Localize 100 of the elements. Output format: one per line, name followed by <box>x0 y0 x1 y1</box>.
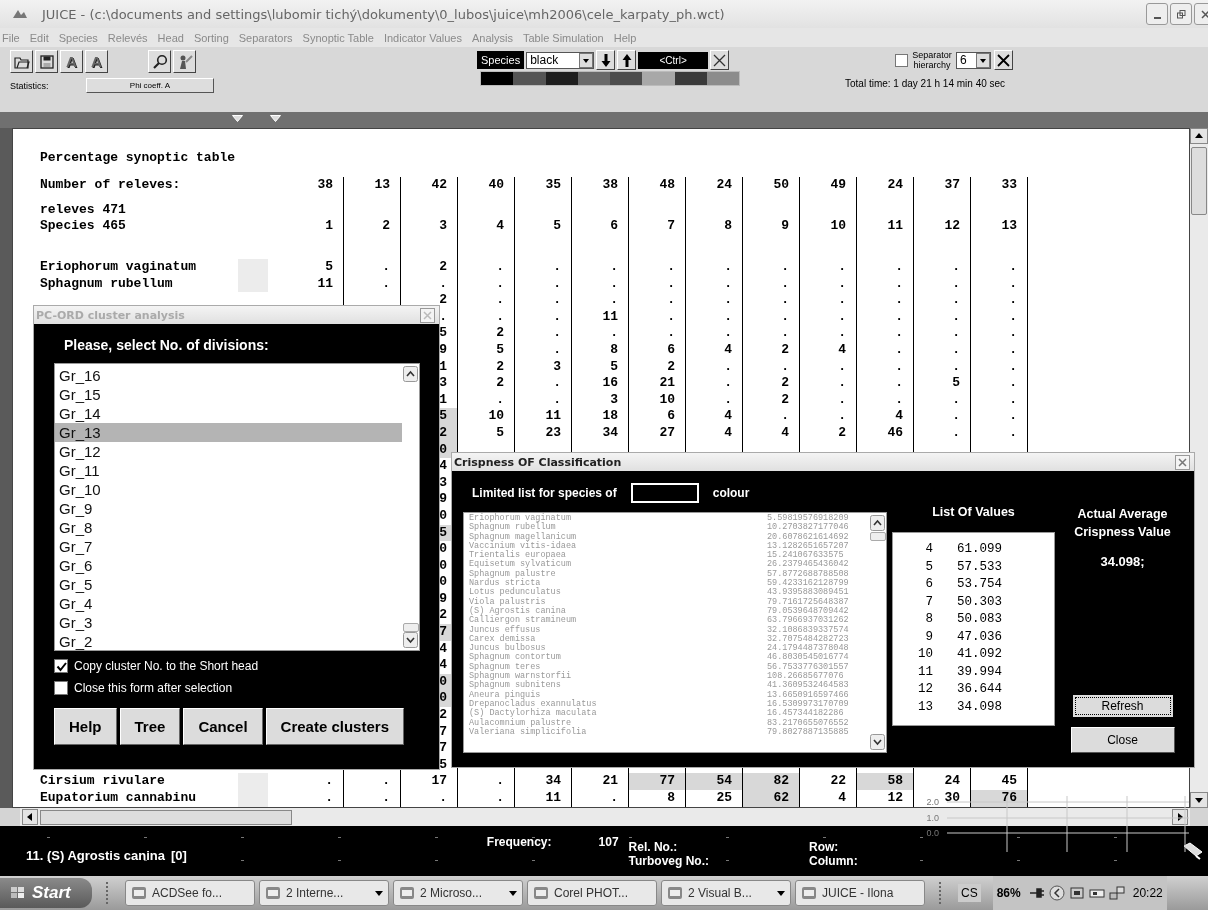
table-cell: . <box>857 292 914 309</box>
table-cell: 10 <box>458 408 515 425</box>
dialog-button[interactable]: Close <box>1070 727 1175 753</box>
clear-button[interactable] <box>710 50 730 70</box>
horizontal-scrollbar[interactable] <box>20 808 1190 826</box>
table-cell: . <box>629 325 686 342</box>
dialog-button[interactable]: Help <box>54 708 117 745</box>
table-cell: 9 <box>743 218 800 234</box>
list-item[interactable]: Gr_12 <box>55 442 402 461</box>
list-item[interactable]: Gr_3 <box>55 613 402 632</box>
table-cell: . <box>971 259 1028 276</box>
language-indicator[interactable]: CS <box>958 884 981 902</box>
list-item[interactable]: Gr_14 <box>55 404 402 423</box>
move-up-button[interactable] <box>617 50 637 70</box>
taskbar-button[interactable]: ACDSee fo... <box>125 880 255 906</box>
font-button[interactable]: A <box>85 50 108 73</box>
scroll-down-icon <box>870 734 885 750</box>
clear-button[interactable] <box>994 50 1013 70</box>
scroll-thumb[interactable] <box>869 532 886 541</box>
open-button[interactable] <box>10 50 33 73</box>
statistics-button[interactable]: Phi coeff. A <box>86 78 214 93</box>
dialog-button[interactable]: Cancel <box>183 708 263 745</box>
color-swatch[interactable] <box>481 72 514 85</box>
dialog-button[interactable]: Refresh <box>1070 693 1175 719</box>
font-button[interactable]: A <box>60 50 83 73</box>
color-dropdown[interactable]: black <box>526 51 595 69</box>
list-item[interactable]: Gr_9 <box>55 499 402 518</box>
checkbox[interactable] <box>54 659 68 673</box>
species-label: Species <box>477 51 525 69</box>
start-button[interactable]: Start <box>0 878 92 908</box>
table-cell: 24 <box>686 177 743 202</box>
table-cell: 18 <box>572 408 629 425</box>
color-swatch[interactable] <box>674 72 707 85</box>
table-cell: 13 <box>344 177 401 202</box>
move-down-button[interactable] <box>596 50 616 70</box>
save-button[interactable] <box>35 50 58 73</box>
maximize-button[interactable] <box>1170 3 1192 25</box>
scroll-thumb[interactable] <box>402 623 419 632</box>
table-cell: 2 <box>743 375 800 392</box>
list-item[interactable]: Gr_7 <box>55 537 402 556</box>
taskbar-button[interactable]: Corel PHOT... <box>527 880 657 906</box>
table-cell: . <box>914 308 971 326</box>
list-item[interactable]: Gr_13 <box>55 423 402 442</box>
taskbar-button[interactable]: 2 Interne... <box>259 880 389 906</box>
table-cell: . <box>572 790 629 807</box>
species-name: Aulacomnium palustre <box>469 718 572 728</box>
table-cell: . <box>800 259 857 276</box>
table-cell: 34 <box>515 773 572 790</box>
close-button[interactable] <box>1175 454 1190 470</box>
crispness-value: 41.092 <box>957 646 1002 663</box>
dialog-button[interactable]: Create clusters <box>265 708 404 745</box>
statistics-label: Statistics: <box>10 80 50 91</box>
table-cell: 11 <box>857 218 914 234</box>
list-item[interactable]: Gr_16 <box>55 366 402 385</box>
list-item[interactable]: Gr_5 <box>55 575 402 594</box>
divisions-list[interactable]: Gr_16 Gr_15 Gr_14 Gr_13 Gr_12 Gr_11 Gr_10 Gr_9 Gr_8 Gr_7 Gr_6 Gr_5 Gr_4 Gr_3 Gr_2 <box>54 363 420 651</box>
scroll-thumb[interactable] <box>40 809 292 825</box>
minimize-button[interactable] <box>1146 3 1168 25</box>
color-swatch[interactable] <box>577 72 610 85</box>
table-cell: 12 <box>857 790 914 807</box>
color-swatch[interactable] <box>545 72 578 85</box>
table-cell: . <box>743 275 800 293</box>
color-swatch[interactable] <box>513 72 546 85</box>
scroll-thumb[interactable] <box>1191 147 1207 215</box>
taskbar-button[interactable]: JUICE - Ilona <box>795 880 925 906</box>
table-cell: 3 <box>515 358 572 376</box>
species-list[interactable] <box>463 512 887 753</box>
table-cell: 2 <box>743 341 800 359</box>
table-cell: . <box>401 275 458 293</box>
list-item[interactable]: Gr_4 <box>55 594 402 613</box>
dialog-button[interactable]: Tree <box>119 708 181 745</box>
hierarchy-dropdown[interactable]: 6 <box>956 51 991 69</box>
color-swatch[interactable] <box>610 72 643 85</box>
list-item[interactable]: Gr_11 <box>55 461 402 480</box>
taskbar-button[interactable]: 2 Microso... <box>393 880 523 906</box>
table-cell: . <box>458 292 515 309</box>
table-cell: 1 <box>287 218 344 234</box>
list-item[interactable]: Gr_6 <box>55 556 402 575</box>
separator-checkbox[interactable] <box>895 53 908 67</box>
table-cell: . <box>971 308 1028 326</box>
list-item[interactable]: Gr_15 <box>55 385 402 404</box>
color-swatch[interactable] <box>642 72 675 85</box>
taskbar-button[interactable]: 2 Visual B... <box>661 880 791 906</box>
brush-button[interactable] <box>173 50 196 73</box>
table-cell: 54 <box>686 773 743 790</box>
group-number: 8 <box>924 611 933 628</box>
table-cell: . <box>572 259 629 276</box>
color-swatch[interactable] <box>706 72 739 85</box>
list-item[interactable]: Gr_2 <box>55 632 402 651</box>
app-icon <box>12 8 28 20</box>
colour-field[interactable] <box>630 483 699 503</box>
table-cell: . <box>800 292 857 309</box>
crispness-value: 13.1282651657207 <box>767 541 849 551</box>
list-item[interactable]: Gr_10 <box>55 480 402 499</box>
search-button[interactable] <box>148 50 171 73</box>
checkbox[interactable] <box>54 681 68 695</box>
crispness-value: 32.1086839337574 <box>767 625 849 635</box>
list-item[interactable]: Gr_8 <box>55 518 402 537</box>
values-list[interactable]: 4 61.099 5 57.533 6 53.754 7 50.303 8 50.083 9 47.036 10 41.092 11 39.994 12 36.644 13 34.098 <box>892 532 1055 726</box>
window-title: JUICE - (c:\documents and settings\lubomir tichý\dokumenty\0_lubos\juice\mh2006\cele_karpaty_ph.wct) <box>42 6 725 22</box>
